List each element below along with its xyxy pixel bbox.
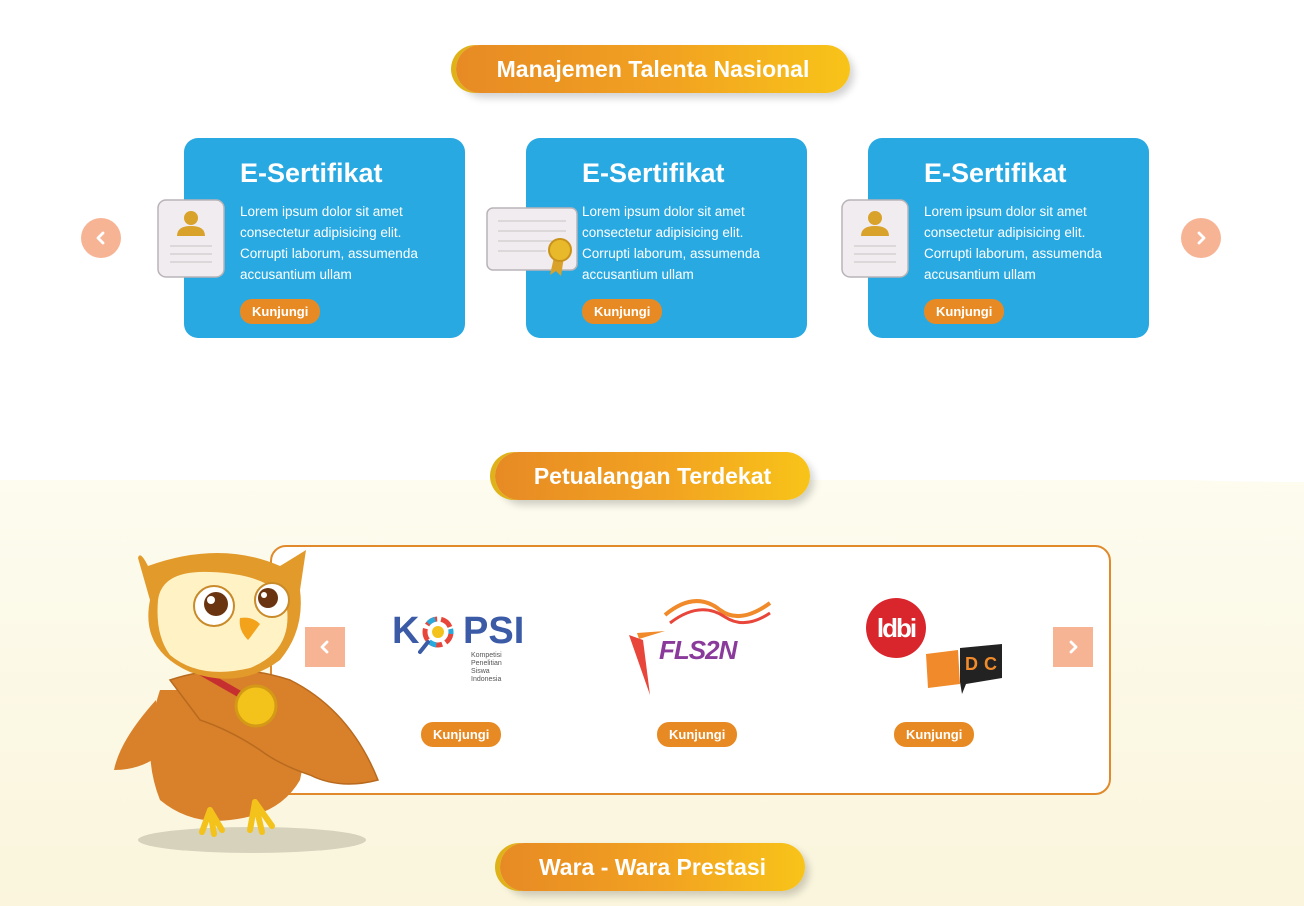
chevron-left-icon <box>96 231 105 245</box>
section-title-wara: Wara - Wara Prestasi <box>500 843 805 891</box>
ldbi-nsdc-logo: ldbi NSDC <box>866 598 1006 698</box>
carousel-prev-button[interactable] <box>81 218 121 258</box>
id-card-icon <box>841 199 909 278</box>
visit-button[interactable]: Kunjungi <box>240 299 321 324</box>
card-description: Lorem ipsum dolor sit amet consectetur a… <box>582 204 760 282</box>
adventure-next-button[interactable] <box>1053 627 1093 667</box>
ldbi-badge: ldbi <box>866 598 926 658</box>
card-description: Lorem ipsum dolor sit amet consectetur a… <box>924 204 1102 282</box>
chevron-right-icon <box>1069 640 1078 654</box>
section-title-petualangan: Petualangan Terdekat <box>495 452 810 500</box>
kopsi-logo: K PSI Kompetisi Penelitian Siswa Indones… <box>392 610 537 690</box>
fls2n-logo: FLS2N <box>625 595 773 700</box>
service-card: E-Sertifikat Lorem ipsum dolor sit amet … <box>868 138 1149 338</box>
magnifier-icon <box>418 616 454 654</box>
kopsi-logo-k: K <box>392 610 420 652</box>
card-description: Lorem ipsum dolor sit amet consectetur a… <box>240 204 418 282</box>
carousel-next-button[interactable] <box>1181 218 1221 258</box>
visit-button[interactable]: Kunjungi <box>894 722 975 747</box>
visit-button[interactable]: Kunjungi <box>924 299 1005 324</box>
card-title: E-Sertifikat <box>582 158 725 188</box>
fls2n-logo-text: FLS2N <box>659 635 737 665</box>
kopsi-logo-subtitle: Kompetisi Penelitian Siswa Indonesia <box>471 652 502 683</box>
visit-button[interactable]: Kunjungi <box>582 299 663 324</box>
owl-mascot-illustration <box>114 550 380 853</box>
certificate-icon <box>486 207 578 276</box>
visit-button[interactable]: Kunjungi <box>657 722 738 747</box>
section-title-talenta: Manajemen Talenta Nasional <box>456 45 850 93</box>
nsdc-logo-text: NSDC <box>928 654 1004 674</box>
service-card: E-Sertifikat Lorem ipsum dolor sit amet … <box>184 138 465 338</box>
chevron-right-icon <box>1197 231 1206 245</box>
id-card-icon <box>157 199 225 278</box>
card-title: E-Sertifikat <box>924 158 1067 188</box>
visit-button[interactable]: Kunjungi <box>421 722 502 747</box>
card-title: E-Sertifikat <box>240 158 383 188</box>
kopsi-logo-psi: PSI <box>463 610 525 652</box>
